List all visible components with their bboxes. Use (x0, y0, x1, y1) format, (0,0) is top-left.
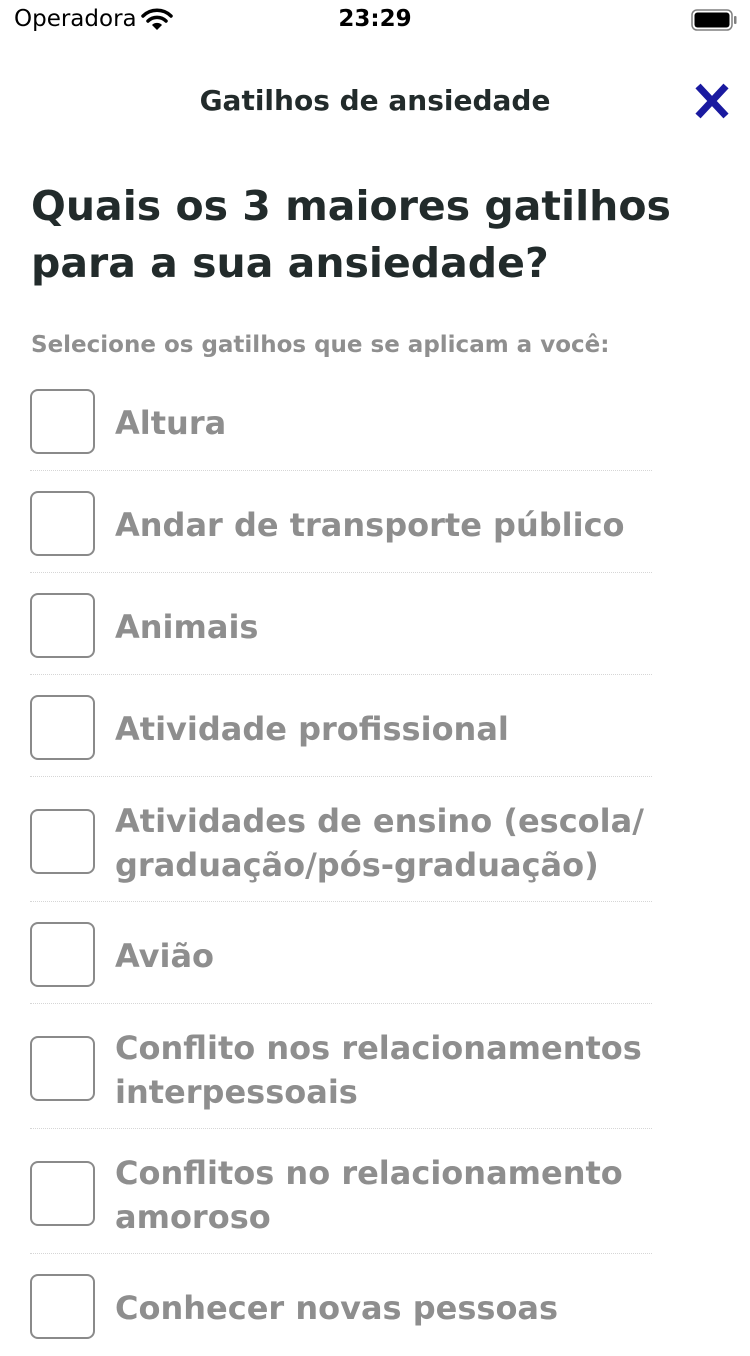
page-title: Gatilhos de ansiedade (199, 84, 551, 117)
checkbox[interactable] (30, 389, 95, 454)
trigger-option[interactable]: Conhecer novas pessoas (30, 1255, 652, 1356)
trigger-label: Andar de transporte público (115, 506, 625, 544)
battery-icon (691, 9, 737, 31)
trigger-option[interactable]: Altura (30, 370, 652, 471)
trigger-option[interactable]: Animais (30, 574, 652, 675)
trigger-label: Atividade profissional (115, 710, 509, 748)
checkbox[interactable] (30, 593, 95, 658)
checkbox[interactable] (30, 922, 95, 987)
checkbox[interactable] (30, 491, 95, 556)
trigger-label: Avião (115, 937, 215, 975)
checkbox[interactable] (30, 1274, 95, 1339)
status-time: 23:29 (338, 6, 412, 32)
trigger-option[interactable]: Andar de transporte público (30, 472, 652, 573)
trigger-option[interactable]: Avião (30, 903, 652, 1004)
trigger-option[interactable]: Conflito nos relacionamentos interpessoa… (30, 1005, 652, 1129)
close-button[interactable] (688, 80, 736, 124)
trigger-option[interactable]: Atividades de ensino (escola/ graduação/… (30, 778, 652, 902)
trigger-option[interactable]: Conflitos no relacionamento amoroso (30, 1130, 652, 1254)
checkbox[interactable] (30, 1161, 95, 1226)
trigger-label: Conflitos no relacionamento amoroso (115, 1154, 623, 1236)
trigger-label: Conhecer novas pessoas (115, 1289, 559, 1327)
trigger-option[interactable]: Atividade profissional (30, 676, 652, 777)
checkbox[interactable] (30, 1036, 95, 1101)
status-bar: Operadora 23:29 (0, 0, 750, 40)
trigger-label: Animais (115, 608, 259, 646)
close-icon (695, 83, 729, 119)
trigger-label: Atividades de ensino (escola/ graduação/… (115, 802, 644, 884)
checkbox[interactable] (30, 695, 95, 760)
checkbox[interactable] (30, 809, 95, 874)
instruction-text: Selecione os gatilhos que se aplicam a v… (31, 332, 610, 358)
question-heading: Quais os 3 maiores gatilhos para a sua a… (31, 182, 671, 287)
trigger-label: Altura (115, 404, 227, 442)
trigger-label: Conflito nos relacionamentos interpessoa… (115, 1029, 642, 1111)
